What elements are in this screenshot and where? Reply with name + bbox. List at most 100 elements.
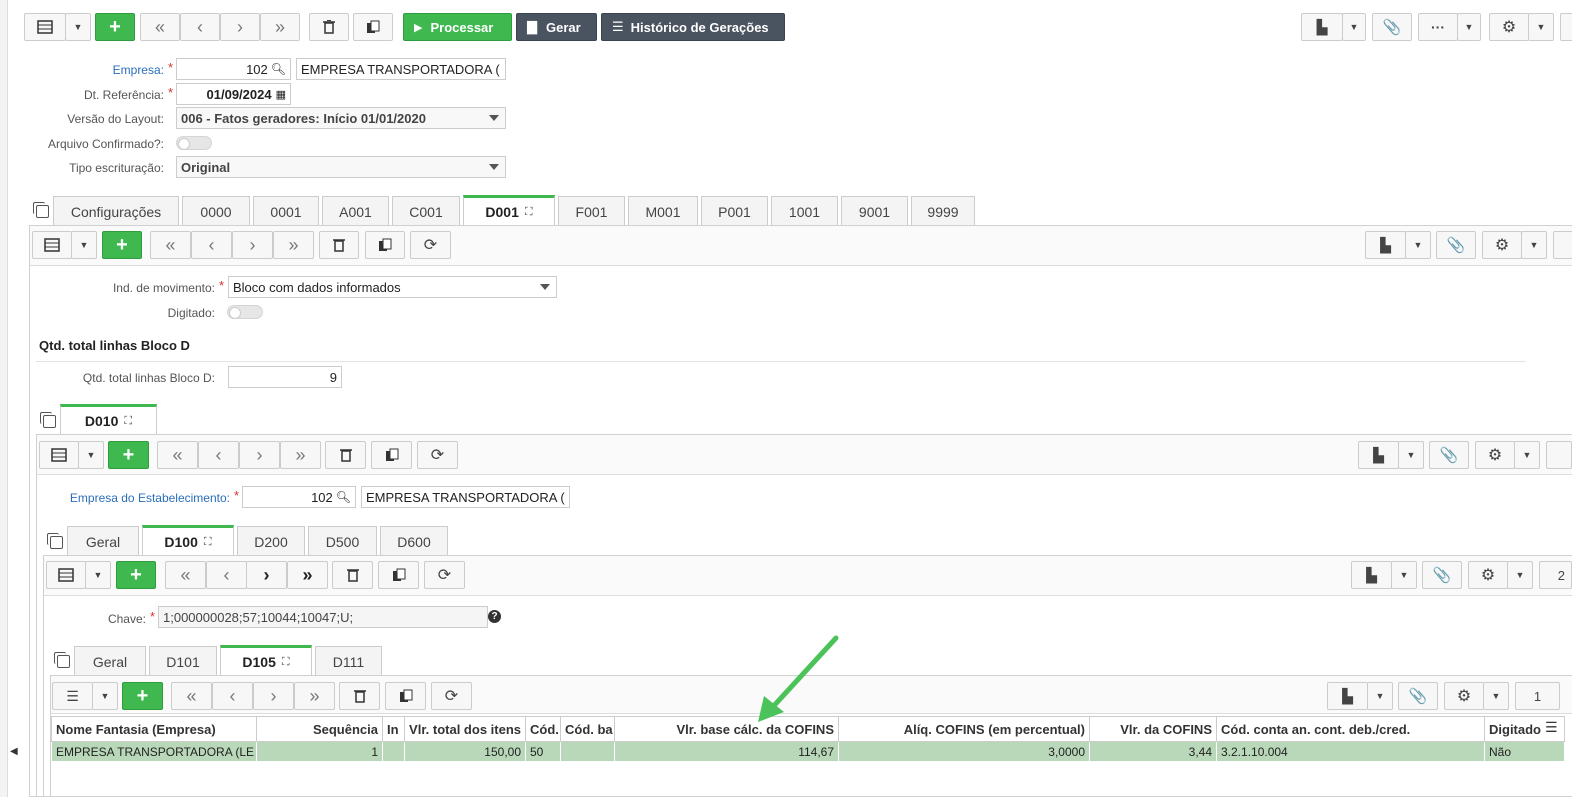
previous-record-button[interactable]: ‹ [180,13,220,41]
add-button[interactable]: + [122,682,163,710]
tab-m001[interactable]: M001 [628,196,698,226]
tab-9001[interactable]: 9001 [841,196,908,226]
ind-movimento-select[interactable]: Bloco com dados informados [228,276,557,298]
attachment-button[interactable]: 📎 [1429,441,1469,469]
previous-record-button[interactable]: ‹ [191,231,232,259]
view-dropdown-button[interactable]: ▼ [65,13,91,41]
refresh-button[interactable]: ⟳ [424,561,465,589]
delete-button[interactable] [332,561,373,589]
tab-d600[interactable]: D600 [380,526,448,556]
column-header[interactable]: Cód. ba [560,716,615,742]
expand-icon[interactable]: ⛶ [204,536,212,549]
column-header[interactable]: Sequência [256,716,383,742]
processar-button[interactable]: ▶ Processar [403,13,512,41]
tab-d200[interactable]: D200 [237,526,305,556]
arquivo-confirmado-toggle[interactable] [176,136,212,150]
copy-icon[interactable] [40,412,56,428]
delete-button[interactable] [309,13,349,41]
next-record-button[interactable]: › [246,561,287,589]
tab-0001[interactable]: 0001 [253,196,319,226]
next-record-button[interactable]: › [220,13,260,41]
previous-record-button[interactable]: ‹ [206,561,247,589]
tab-d500[interactable]: D500 [308,526,377,556]
last-record-button[interactable]: » [287,561,328,589]
report-button[interactable]: ▙ [1365,231,1406,259]
list-view-button[interactable]: ☰ [52,682,93,710]
copy-button[interactable] [371,441,412,469]
expand-icon[interactable]: ⛶ [525,206,533,219]
first-record-button[interactable]: « [165,561,206,589]
copy-button[interactable] [378,561,419,589]
tab-9999[interactable]: 9999 [911,196,975,226]
add-button[interactable]: + [108,441,149,469]
versao-layout-select[interactable]: 006 - Fatos geradores: Início 01/01/2020 [176,107,506,129]
page-indicator[interactable] [1560,13,1572,41]
settings-dropdown-button[interactable]: ▼ [1507,561,1533,589]
tab-d100[interactable]: D100 ⛶ [142,525,234,556]
attachment-button[interactable]: 📎 [1422,561,1462,589]
page-number-field[interactable]: 1 [1515,682,1560,710]
copy-icon[interactable] [33,202,49,218]
column-header[interactable]: In [382,716,405,742]
search-icon[interactable]: 🔍︎ [271,62,286,76]
settings-button[interactable]: ⚙ [1444,682,1484,710]
search-icon[interactable]: 🔍︎ [336,490,351,504]
copy-icon[interactable] [54,652,70,668]
report-dropdown-button[interactable]: ▼ [1367,682,1393,710]
add-button[interactable]: + [95,13,135,41]
refresh-button[interactable]: ⟳ [410,231,451,259]
previous-record-button[interactable]: ‹ [198,441,239,469]
empresa-code-field[interactable]: 102 🔍︎ [176,58,291,80]
settings-button[interactable]: ⚙ [1475,441,1515,469]
delete-button[interactable] [319,231,359,259]
previous-record-button[interactable]: ‹ [212,682,253,710]
view-dropdown-button[interactable]: ▼ [71,231,97,259]
settings-button[interactable]: ⚙ [1482,231,1522,259]
tab-f001[interactable]: F001 [558,196,625,226]
help-icon[interactable]: ? [488,610,501,623]
last-record-button[interactable]: » [294,682,335,710]
tab-d105[interactable]: D105 ⛶ [220,645,312,676]
tab-0000[interactable]: 0000 [182,196,250,226]
tab-d111[interactable]: D111 [315,646,382,676]
report-button[interactable]: ▙ [1358,441,1399,469]
column-header[interactable]: Vlr. da COFINS [1089,716,1217,742]
calendar-icon[interactable]: ▦ [276,88,286,101]
report-button[interactable]: ▙ [1327,682,1368,710]
column-menu-icon[interactable]: ☰ [1545,719,1558,736]
report-button[interactable]: ▙ [1301,13,1343,41]
more-dropdown-button[interactable]: ▼ [1457,13,1481,41]
historico-geracoes-button[interactable]: ☰ Histórico de Gerações [601,13,785,41]
column-header[interactable]: Alíq. COFINS (em percentual) [838,716,1090,742]
grid-view-button[interactable] [46,561,86,589]
dt-referencia-field[interactable]: 01/09/2024 ▦ [176,83,291,105]
report-button[interactable]: ▙ [1351,561,1392,589]
tab-p001[interactable]: P001 [701,196,768,226]
grid-view-button[interactable] [32,231,72,259]
settings-dropdown-button[interactable]: ▼ [1514,441,1540,469]
add-button[interactable]: + [102,231,142,259]
settings-dropdown-button[interactable]: ▼ [1528,13,1554,41]
expand-icon[interactable]: ⛶ [282,656,290,669]
last-record-button[interactable]: » [260,13,300,41]
first-record-button[interactable]: « [171,682,212,710]
report-dropdown-button[interactable]: ▼ [1405,231,1431,259]
settings-button[interactable]: ⚙ [1468,561,1508,589]
expand-icon[interactable]: ⛶ [124,415,132,428]
page-indicator[interactable] [1546,441,1572,469]
attachment-button[interactable]: 📎 [1372,13,1412,41]
grid-view-button[interactable] [39,441,79,469]
view-dropdown-button[interactable]: ▼ [78,441,104,469]
tab-configuracoes[interactable]: Configurações [53,196,179,226]
tab-geral[interactable]: Geral [74,646,146,676]
page-number-field[interactable]: 2 [1539,561,1572,589]
first-record-button[interactable]: « [140,13,180,41]
more-button[interactable]: ··· [1418,13,1458,41]
refresh-button[interactable]: ⟳ [431,682,472,710]
attachment-button[interactable]: 📎 [1398,682,1438,710]
refresh-button[interactable]: ⟳ [417,441,458,469]
first-record-button[interactable]: « [157,441,198,469]
tab-1001[interactable]: 1001 [771,196,838,226]
settings-dropdown-button[interactable]: ▼ [1483,682,1509,710]
tab-d010[interactable]: D010 ⛶ [60,404,157,435]
